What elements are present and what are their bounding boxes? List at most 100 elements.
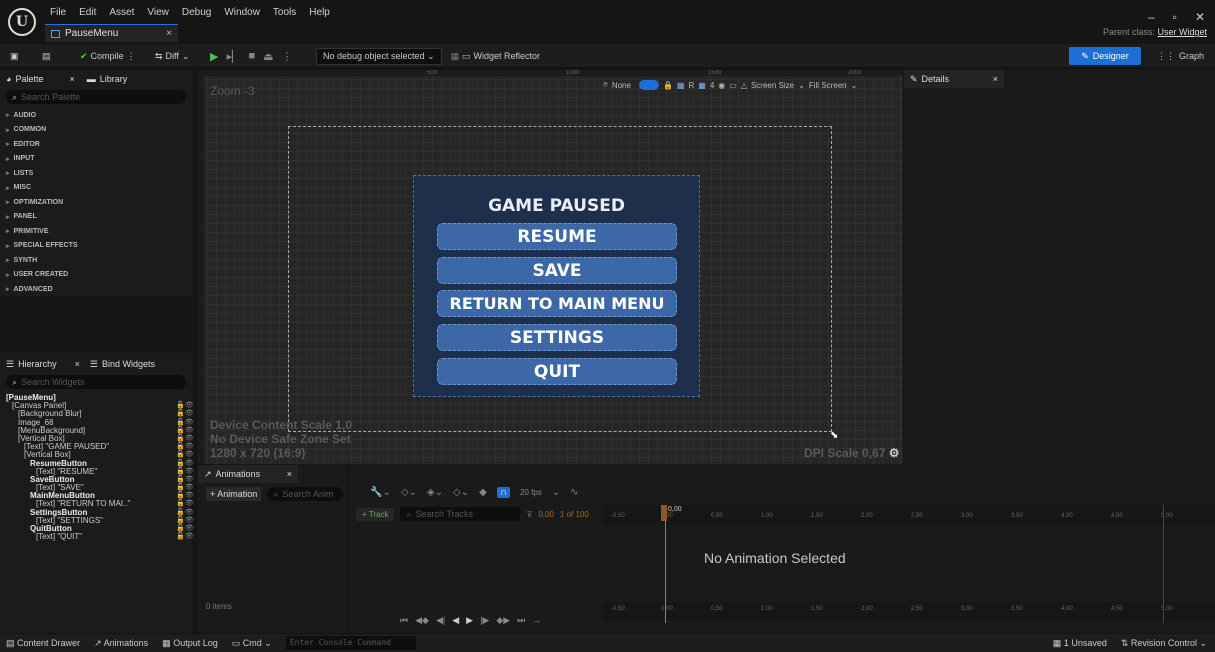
visibility-icon[interactable]: 🔓👁 — [176, 451, 194, 459]
grid-size[interactable]: 4 — [710, 81, 714, 90]
debug-filter-icon[interactable]: ▦ — [451, 51, 460, 62]
wrench-icon[interactable]: 🔧⌄ — [370, 487, 391, 498]
graph-button[interactable]: ⋮⋮ Graph — [1157, 47, 1204, 65]
library-tab[interactable]: Library — [100, 74, 128, 84]
hierarchy-tab[interactable]: Hierarchy — [18, 359, 57, 369]
more-icon[interactable]: ⋮ — [282, 50, 293, 63]
next-key-icon[interactable]: ◆▶ — [496, 615, 510, 626]
image-icon[interactable]: ▭ — [729, 81, 737, 90]
add-animation-button[interactable]: + Animation — [206, 487, 262, 501]
animations-status-button[interactable]: ↗ Animations — [94, 638, 148, 649]
unsaved-button[interactable]: ▦ 1 Unsaved — [1053, 638, 1107, 649]
palette-category[interactable]: ▸ PANEL — [0, 210, 192, 225]
timeline-ruler[interactable]: -0,50 0,00 0,50 1,00 1,50 2,00 2,50 3,00 3,50 4,0… — [603, 505, 1215, 525]
hierarchy-search-input[interactable]: ⌕ Search Widgets — [6, 375, 186, 389]
play-icon[interactable]: ▶ — [466, 615, 473, 626]
keys-icon[interactable]: ◇⌄ — [401, 487, 417, 498]
visibility-icon[interactable]: 🔓👁 — [176, 435, 194, 443]
browse-icon[interactable]: ▤ — [42, 47, 51, 65]
step-forward-icon[interactable]: |▶ — [480, 615, 489, 626]
close-window-icon[interactable]: ✕ — [1195, 10, 1205, 24]
none-label[interactable]: None — [612, 81, 631, 90]
diamond-icon[interactable]: ◇⌄ — [453, 487, 469, 498]
palette-category[interactable]: ▸ MISC — [0, 181, 192, 196]
palette-category[interactable]: ▸ EDITOR — [0, 137, 192, 152]
visibility-icon[interactable]: 🔓👁 — [176, 476, 194, 484]
tree-item[interactable]: QuitButton 🔓👁 — [6, 524, 194, 533]
content-drawer-button[interactable]: ▤ Content Drawer — [6, 638, 80, 649]
visibility-icon[interactable]: 🔓👁 — [176, 460, 194, 468]
palette-tab[interactable]: Palette — [15, 74, 43, 84]
eject-icon[interactable]: ⏏ — [263, 50, 273, 63]
maximize-icon[interactable]: ▫ — [1173, 10, 1177, 24]
start-marker[interactable] — [661, 505, 667, 521]
revision-control-button[interactable]: ⇅ Revision Control ⌄ — [1121, 638, 1207, 649]
camera-icon[interactable]: ◈⌄ — [427, 487, 443, 498]
step-back-icon[interactable]: ◀| — [436, 615, 445, 626]
palette-category[interactable]: ▸ COMMON — [0, 123, 192, 138]
current-time[interactable]: 0,00 — [538, 510, 554, 519]
visibility-icon[interactable]: 🔓👁 — [176, 468, 194, 476]
cmd-button[interactable]: ▭ Cmd ⌄ — [232, 638, 272, 649]
screen-size-select[interactable]: Screen Size — [751, 81, 794, 90]
close-tab-icon[interactable]: × — [166, 28, 172, 39]
palette-category[interactable]: ▸ LISTS — [0, 166, 192, 181]
close-icon[interactable]: × — [69, 74, 74, 84]
warning-icon[interactable]: △ — [741, 81, 747, 90]
tree-item[interactable]: ResumeButton 🔓👁 — [6, 459, 194, 468]
save-icon[interactable]: ▣ — [10, 47, 19, 65]
visibility-icon[interactable]: 🔓👁 — [176, 509, 194, 517]
palette-category[interactable]: ▸ SPECIAL EFFECTS — [0, 239, 192, 254]
tree-item[interactable]: [Text] "QUIT" 🔓👁 — [6, 533, 194, 541]
palette-search-input[interactable]: ⌕ Search Palette — [6, 90, 186, 104]
stop-icon[interactable]: ■ — [248, 50, 255, 62]
visibility-icon[interactable]: 🔓👁 — [176, 427, 194, 435]
palette-category[interactable]: ▸ INPUT — [0, 152, 192, 167]
play-icon[interactable]: ▶ — [210, 50, 218, 63]
details-tab[interactable]: Details — [922, 74, 950, 84]
compile-button[interactable]: ✔ Compile ⋮ — [80, 47, 136, 65]
quit-button[interactable]: QUIT — [437, 358, 677, 385]
unreal-logo[interactable]: U — [8, 8, 36, 36]
loop-icon[interactable]: → — [532, 615, 541, 626]
curve-icon[interactable]: ∿ — [570, 487, 578, 498]
diff-button[interactable]: ⇆ Diff ⌄ — [155, 47, 189, 65]
go-to-start-icon[interactable]: ⏮ — [400, 615, 408, 626]
track-search-input[interactable]: ⌕ Search Tracks — [400, 507, 521, 521]
respect-lock-icon[interactable]: ▦ — [677, 81, 685, 90]
document-tab[interactable]: PauseMenu × — [45, 24, 178, 42]
menu-debug[interactable]: Debug — [182, 7, 211, 18]
parent-class-link[interactable]: User Widget — [1157, 27, 1207, 37]
menu-asset[interactable]: Asset — [109, 7, 134, 18]
lock-icon[interactable]: 🔒 — [663, 81, 673, 90]
toggle-switch[interactable] — [638, 80, 659, 90]
grid-icon[interactable]: ▦ — [698, 81, 706, 90]
palette-category[interactable]: ▸ PRIMITIVE — [0, 224, 192, 239]
end-marker[interactable] — [1163, 505, 1164, 623]
animation-search-input[interactable]: ⌕ Search Anim — [267, 487, 344, 501]
visibility-icon[interactable]: 🔓👁 — [176, 517, 194, 525]
menu-view[interactable]: View — [147, 7, 169, 18]
debug-object-dropdown[interactable]: No debug object selected ⌄ — [316, 47, 442, 65]
menu-help[interactable]: Help — [309, 7, 330, 18]
step-icon[interactable]: ▸▏ — [226, 50, 240, 63]
filter-icon[interactable]: ⊽ — [526, 510, 532, 519]
more-icon[interactable]: ⋮ — [127, 51, 136, 62]
designer-button[interactable]: ✎ Designer — [1069, 47, 1141, 65]
visibility-icon[interactable]: 🔓👁 — [176, 410, 194, 418]
visibility-icon[interactable]: 🔓👁 — [176, 419, 194, 427]
add-track-button[interactable]: + Track — [356, 507, 395, 521]
palette-category[interactable]: ▸ SYNTH — [0, 253, 192, 268]
save-button[interactable]: SAVE — [437, 257, 677, 284]
close-icon[interactable]: × — [75, 359, 80, 369]
palette-category[interactable]: ▸ ADVANCED — [0, 282, 192, 297]
animations-tab[interactable]: Animations — [216, 469, 261, 479]
dpi-scale[interactable]: DPI Scale 0,67 ⚙ — [804, 446, 900, 460]
tree-item[interactable]: SaveButton 🔓👁 — [6, 475, 194, 484]
outline-icon[interactable]: ◉ — [718, 81, 725, 90]
widget-reflector-button[interactable]: ▭ Widget Reflector — [462, 47, 540, 65]
bind-widgets-tab[interactable]: Bind Widgets — [102, 359, 155, 369]
minimize-icon[interactable]: – — [1148, 10, 1155, 24]
console-input[interactable]: Enter Console Command — [285, 636, 416, 650]
timeline-ruler-bottom[interactable]: -0,50 0,00 0,50 1,00 1,50 2,00 2,50 3,00 3,50 4,0… — [603, 602, 1215, 622]
